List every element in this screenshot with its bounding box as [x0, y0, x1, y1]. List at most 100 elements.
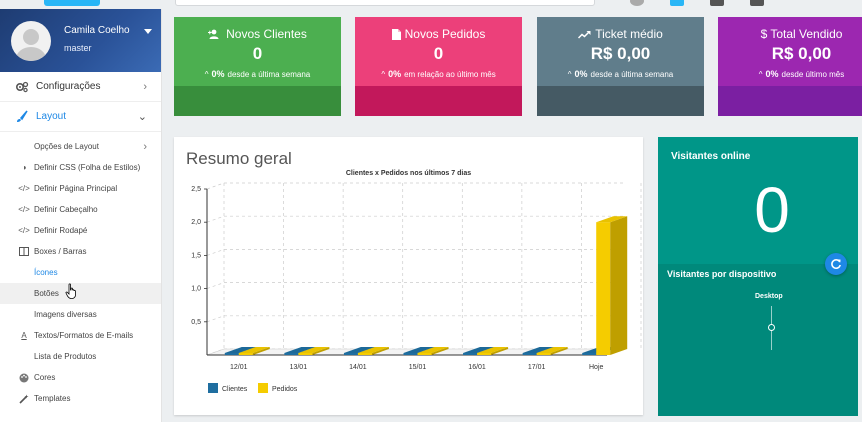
sidebar-subitem-lista-produtos[interactable]: Lista de Produtos — [0, 346, 161, 367]
card-caption: em relação ao último mês — [404, 70, 496, 79]
refresh-icon — [831, 259, 841, 269]
bar-clientes — [284, 353, 299, 355]
sidebar-subitem-cabecalho[interactable]: </> Definir Cabeçalho — [0, 199, 161, 220]
x-tick-label: 13/01 — [290, 364, 308, 371]
sidebar-subitem-cores[interactable]: Cores — [0, 367, 161, 388]
avatar — [11, 21, 51, 61]
card-caption: desde último mês — [781, 70, 845, 79]
card-title: Novos Pedidos — [404, 27, 486, 41]
x-tick-label: 14/01 — [349, 364, 367, 371]
user-profile[interactable]: Camila Coelho master — [0, 9, 161, 72]
card-footer — [537, 86, 704, 116]
file-icon — [391, 28, 401, 40]
settings-icon[interactable] — [750, 0, 764, 6]
grid-line — [206, 282, 225, 289]
sidebar-subitem-textos-emails[interactable]: A Textos/Formatos de E-mails — [0, 325, 161, 346]
trend-icon — [578, 30, 591, 39]
top-navbar — [0, 0, 862, 9]
chevron-up-icon: ^ — [204, 70, 209, 79]
sidebar: Camila Coelho master Configurações › Lay… — [0, 9, 162, 422]
card-footer — [174, 86, 341, 116]
grid-line — [206, 215, 225, 223]
brush-icon — [14, 110, 30, 124]
bell-icon[interactable] — [670, 0, 684, 6]
bar-clientes — [582, 353, 597, 355]
bar-clientes — [403, 353, 418, 355]
bar-chart: 0,5 1,0 1,5 2,0 2,5 12/01 13/01 14/01 15/01 16/01… — [191, 182, 642, 393]
y-tick-label: 0,5 — [191, 319, 201, 326]
bar-pedidos — [298, 353, 313, 355]
grid-line — [206, 249, 225, 256]
sidebar-subitem-label: Definir Cabeçalho — [34, 205, 98, 214]
help-icon[interactable] — [630, 0, 644, 6]
gears-icon — [14, 81, 30, 93]
user-plus-icon — [208, 29, 219, 39]
chevron-right-icon: › — [143, 80, 147, 93]
card-total-vendido[interactable]: $ Total Vendido R$ 0,00 ^ 0% desde último … — [718, 17, 862, 116]
x-tick-label: 17/01 — [528, 364, 546, 371]
card-percent: 0% — [388, 69, 402, 79]
bar-pedidos — [536, 353, 551, 355]
bar-clientes — [224, 353, 239, 355]
sidebar-subitem-label: Definir Página Principal — [34, 184, 118, 193]
card-novos-pedidos[interactable]: Novos Pedidos 0 ^ 0% em relação ao último … — [355, 17, 522, 116]
code-icon: </> — [18, 184, 30, 193]
columns-icon — [18, 247, 30, 256]
caret-down-icon[interactable] — [144, 29, 152, 34]
sidebar-subitem-label: Lista de Produtos — [34, 352, 97, 361]
code-icon: </> — [18, 226, 30, 235]
visitantes-online-title: Visitantes online — [671, 151, 751, 162]
bar-pedidos — [596, 222, 611, 355]
code-icon: </> — [18, 205, 30, 214]
card-footer — [718, 86, 862, 116]
sidebar-subitem-definir-css[interactable]: ◑ Definir CSS (Folha de Estilos) — [0, 157, 161, 178]
sidebar-subitem-pagina-principal[interactable]: </> Definir Página Principal — [0, 178, 161, 199]
sidebar-subitem-botoes[interactable]: Botões — [0, 283, 161, 304]
grid-line — [206, 315, 225, 323]
bar-pedidos — [357, 353, 372, 355]
legend-label: Pedidos — [272, 386, 298, 393]
sidebar-subitem-opcoes-layout[interactable]: Opções de Layout › — [0, 136, 161, 157]
hand-cursor-icon — [65, 283, 76, 299]
x-tick-label: 12/01 — [230, 364, 248, 371]
sidebar-subitem-icones[interactable]: Ícones — [0, 262, 161, 283]
device-data-point — [768, 324, 775, 331]
sidebar-subitem-rodape[interactable]: </> Definir Rodapé — [0, 220, 161, 241]
chevron-down-icon: ⌄ — [137, 111, 147, 123]
x-tick-label: 16/01 — [468, 364, 486, 371]
device-title: Visitantes por dispositivo — [667, 269, 777, 279]
y-tick-label: 1,5 — [191, 252, 201, 259]
card-percent: 0% — [574, 69, 588, 79]
bar-pedidos — [417, 353, 432, 355]
sidebar-subitem-label: Ícones — [34, 268, 58, 277]
sidebar-subitem-imagens[interactable]: Imagens diversas — [0, 304, 161, 325]
legend-label: Clientes — [222, 386, 248, 393]
card-value: R$ 0,00 — [590, 44, 651, 63]
bar-clientes — [463, 353, 478, 355]
card-value: 0 — [433, 44, 444, 63]
sidebar-subitem-templates[interactable]: Templates — [0, 388, 161, 409]
sidebar-item-configuracoes[interactable]: Configurações › — [0, 72, 161, 102]
mail-icon[interactable] — [710, 0, 724, 6]
card-title: Ticket médio — [595, 27, 663, 41]
palette-icon — [18, 373, 30, 383]
sidebar-subitem-label: Cores — [34, 373, 56, 382]
bar-pedidos — [238, 353, 253, 355]
card-ticket-medio[interactable]: Ticket médio R$ 0,00 ^ 0% desde a última s… — [537, 17, 704, 116]
sidebar-item-layout[interactable]: Layout ⌄ — [0, 102, 161, 132]
card-title: Novos Clientes — [226, 27, 307, 41]
card-percent: 0% — [765, 69, 779, 79]
sidebar-subitem-boxes[interactable]: Boxes / Barras — [0, 241, 161, 262]
device-section: Visitantes por dispositivo Desktop — [658, 264, 858, 416]
refresh-button[interactable] — [825, 253, 847, 275]
bar-side — [610, 216, 628, 355]
card-novos-clientes[interactable]: Novos Clientes 0 ^ 0% desde a última seman… — [174, 17, 341, 116]
card-caption: desde a última semana — [590, 70, 674, 79]
card-caption: desde a última semana — [227, 70, 311, 79]
sidebar-subitem-label: Botões — [34, 289, 59, 298]
sidebar-subitem-label: Definir CSS (Folha de Estilos) — [34, 163, 141, 172]
device-label: Desktop — [755, 293, 783, 300]
search-input[interactable] — [175, 0, 595, 6]
sidebar-subitem-label: Imagens diversas — [34, 310, 97, 319]
app-logo[interactable] — [44, 0, 100, 6]
